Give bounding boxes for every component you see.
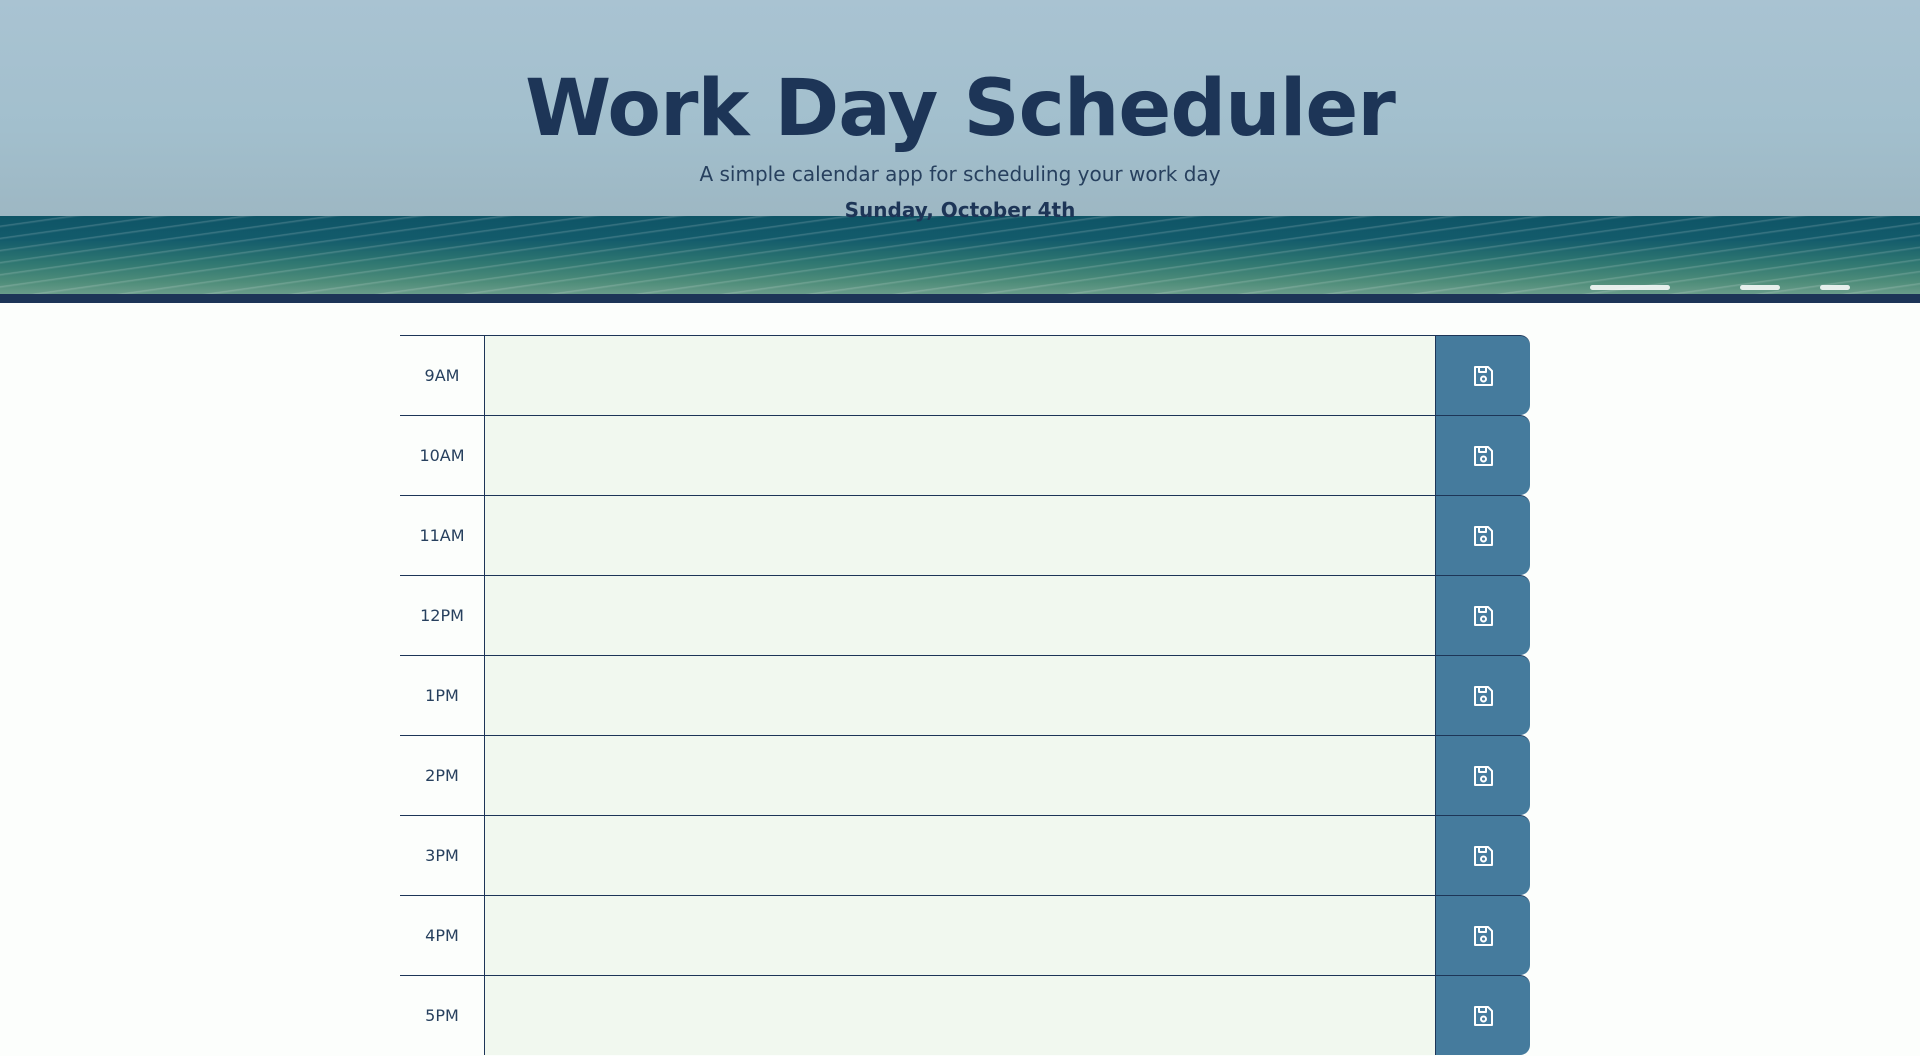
event-description-input[interactable]	[484, 975, 1435, 1055]
save-button[interactable]	[1435, 655, 1530, 735]
hour-label: 1PM	[400, 655, 484, 735]
event-description-input[interactable]	[484, 575, 1435, 655]
wave-foam	[1820, 285, 1850, 290]
save-floppy-icon	[1471, 684, 1495, 708]
wave-foam	[1740, 285, 1780, 290]
timeblock-row: 5PM	[400, 975, 1530, 1055]
event-description-input[interactable]	[484, 655, 1435, 735]
event-description-input[interactable]	[484, 735, 1435, 815]
event-description-input[interactable]	[484, 495, 1435, 575]
save-floppy-icon	[1471, 1004, 1495, 1028]
save-floppy-icon	[1471, 924, 1495, 948]
timeblock-row: 10AM	[400, 415, 1530, 495]
save-button[interactable]	[1435, 895, 1530, 975]
page-subtitle: A simple calendar app for scheduling you…	[699, 162, 1221, 186]
save-floppy-icon	[1471, 844, 1495, 868]
save-floppy-icon	[1471, 604, 1495, 628]
hour-label: 10AM	[400, 415, 484, 495]
save-button[interactable]	[1435, 735, 1530, 815]
save-button[interactable]	[1435, 415, 1530, 495]
event-description-input[interactable]	[484, 335, 1435, 415]
timeblock-row: 12PM	[400, 575, 1530, 655]
header-jumbotron: Work Day Scheduler A simple calendar app…	[0, 0, 1920, 303]
save-floppy-icon	[1471, 524, 1495, 548]
timeblock-row: 9AM	[400, 335, 1530, 415]
timeblock-row: 4PM	[400, 895, 1530, 975]
save-button[interactable]	[1435, 575, 1530, 655]
timeblock-row: 11AM	[400, 495, 1530, 575]
hour-label: 2PM	[400, 735, 484, 815]
save-button[interactable]	[1435, 335, 1530, 415]
page-title: Work Day Scheduler	[525, 64, 1396, 154]
save-floppy-icon	[1471, 764, 1495, 788]
schedule-container: 9AM 10AM 11AM 12PM 1PM 2PM 3PM 4PM 5PM	[400, 335, 1530, 1055]
hour-label: 3PM	[400, 815, 484, 895]
hour-label: 5PM	[400, 975, 484, 1055]
hour-label: 12PM	[400, 575, 484, 655]
header-ocean-background	[0, 216, 1920, 294]
hour-label: 4PM	[400, 895, 484, 975]
hour-label: 11AM	[400, 495, 484, 575]
save-floppy-icon	[1471, 364, 1495, 388]
event-description-input[interactable]	[484, 895, 1435, 975]
save-button[interactable]	[1435, 975, 1530, 1055]
timeblock-row: 1PM	[400, 655, 1530, 735]
header-text: Work Day Scheduler A simple calendar app…	[0, 0, 1920, 224]
save-floppy-icon	[1471, 444, 1495, 468]
hour-label: 9AM	[400, 335, 484, 415]
timeblock-row: 2PM	[400, 735, 1530, 815]
event-description-input[interactable]	[484, 815, 1435, 895]
save-button[interactable]	[1435, 815, 1530, 895]
save-button[interactable]	[1435, 495, 1530, 575]
current-date: Sunday, October 4th	[844, 198, 1076, 222]
wave-foam	[1590, 285, 1670, 290]
event-description-input[interactable]	[484, 415, 1435, 495]
timeblock-row: 3PM	[400, 815, 1530, 895]
